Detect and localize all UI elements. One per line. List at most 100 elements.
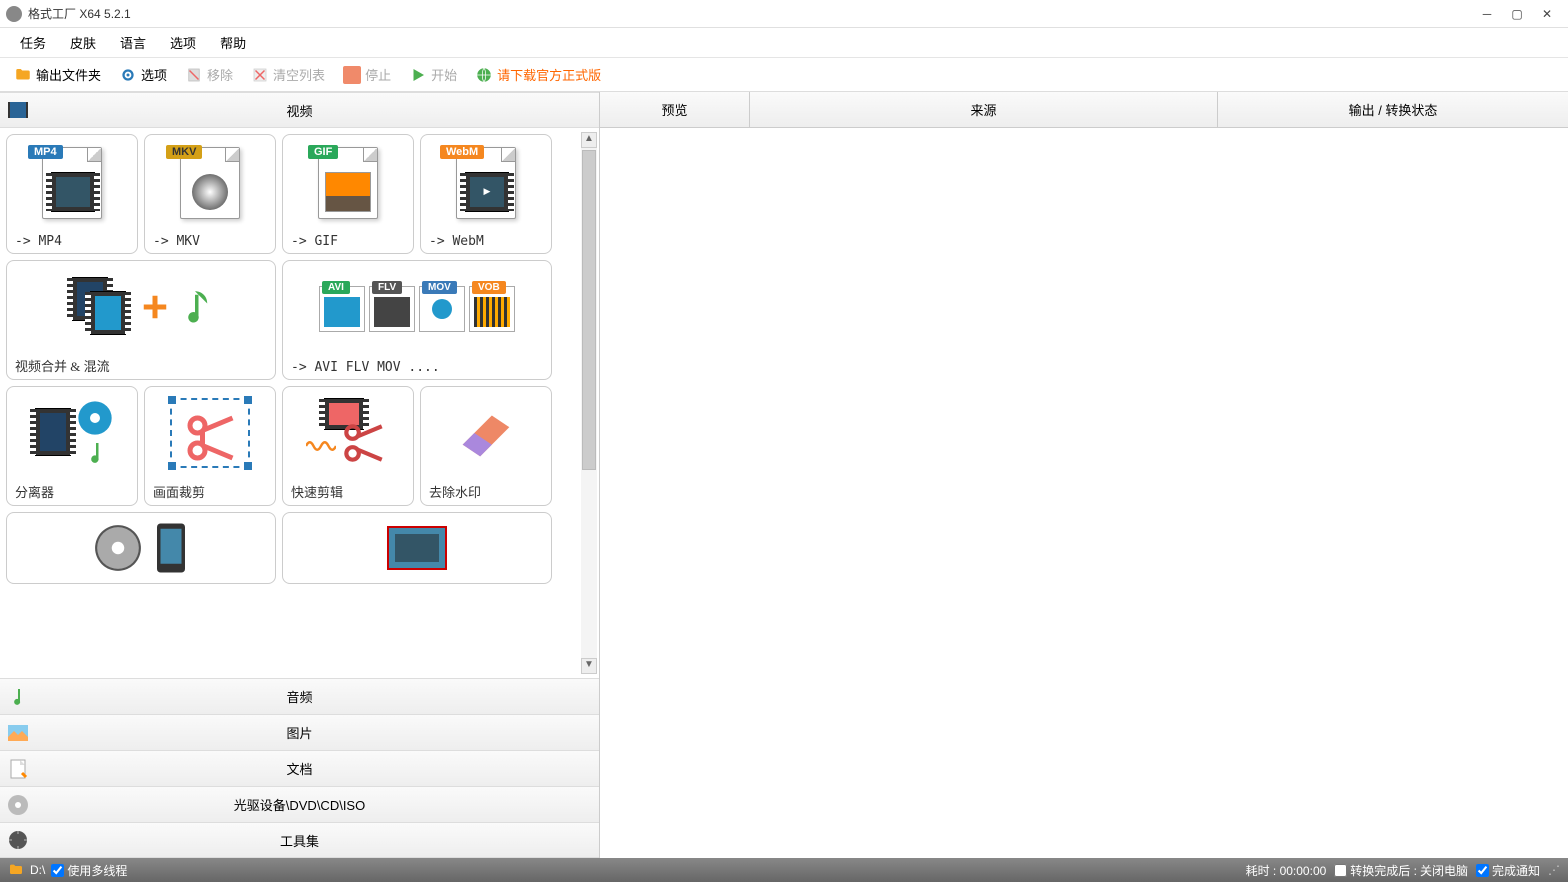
list-header: 预览 来源 输出 / 转换状态 bbox=[600, 92, 1568, 128]
maximize-button[interactable]: ▢ bbox=[1502, 4, 1532, 24]
category-document[interactable]: 文档 bbox=[0, 750, 599, 786]
picture-category-icon bbox=[6, 721, 30, 745]
category-audio[interactable]: 音频 bbox=[0, 678, 599, 714]
stop-button[interactable]: 停止 bbox=[335, 61, 399, 89]
menu-language[interactable]: 语言 bbox=[110, 29, 156, 56]
disc-split-icon bbox=[75, 398, 115, 438]
remove-button[interactable]: 移除 bbox=[177, 61, 241, 89]
list-body[interactable] bbox=[600, 128, 1568, 858]
category-document-label: 文档 bbox=[286, 759, 312, 778]
output-folder-label: 输出文件夹 bbox=[36, 65, 101, 84]
remove-icon bbox=[185, 66, 203, 84]
start-label: 开始 bbox=[431, 65, 457, 84]
scroll-up-arrow[interactable]: ▲ bbox=[581, 132, 597, 148]
tile-quick-label: 快速剪辑 bbox=[283, 478, 413, 505]
app-icon bbox=[6, 6, 22, 22]
category-video-label: 视频 bbox=[286, 101, 312, 120]
category-video-header[interactable]: 视频 bbox=[0, 92, 599, 128]
category-picture-label: 图片 bbox=[286, 723, 312, 742]
video-category-icon bbox=[6, 98, 30, 122]
toolbar: 输出文件夹 选项 移除 清空列表 停止 开始 请下载官方正式版 bbox=[0, 58, 1568, 92]
wave-icon bbox=[306, 436, 336, 456]
status-bar: D:\ 使用多线程 耗时 : 00:00:00 转换完成后 : 关闭电脑 完成通… bbox=[0, 858, 1568, 882]
tile-mp4[interactable]: MP4 -> MP4 bbox=[6, 134, 138, 254]
tile-webm-label: -> WebM bbox=[421, 230, 551, 253]
status-drive[interactable]: D:\ bbox=[30, 863, 45, 877]
document-category-icon bbox=[6, 757, 30, 781]
remove-label: 移除 bbox=[207, 65, 233, 84]
minimize-button[interactable]: ─ bbox=[1472, 4, 1502, 24]
mp4-badge: MP4 bbox=[28, 145, 63, 159]
stop-icon bbox=[343, 66, 361, 84]
main-area: 视频 MP4 -> MP4 bbox=[0, 92, 1568, 858]
tile-gif[interactable]: GIF -> GIF bbox=[282, 134, 414, 254]
tile-crop[interactable]: 画面裁剪 bbox=[144, 386, 276, 506]
after-done-option[interactable]: 转换完成后 : 关闭电脑 bbox=[1334, 862, 1468, 879]
scissors-icon bbox=[180, 408, 240, 468]
category-disc[interactable]: 光驱设备\DVD\CD\ISO bbox=[0, 786, 599, 822]
start-button[interactable]: 开始 bbox=[401, 61, 465, 89]
tools-category-icon bbox=[6, 828, 30, 852]
category-tools-label: 工具集 bbox=[280, 831, 319, 850]
category-tools[interactable]: 工具集 bbox=[0, 822, 599, 858]
window-title: 格式工厂 X64 5.2.1 bbox=[28, 5, 1472, 22]
menu-options[interactable]: 选项 bbox=[160, 29, 206, 56]
tile-more-formats[interactable]: AVI FLV MOV VOB -> AVI FLV MOV .... bbox=[282, 260, 552, 380]
scrollbar-thumb[interactable] bbox=[582, 150, 596, 470]
category-disc-label: 光驱设备\DVD\CD\ISO bbox=[234, 795, 365, 814]
col-source[interactable]: 来源 bbox=[750, 92, 1218, 127]
tile-watermark-label: 去除水印 bbox=[421, 478, 551, 505]
video-format-area: MP4 -> MP4 MKV -> MK bbox=[0, 128, 599, 678]
options-button[interactable]: 选项 bbox=[111, 61, 175, 89]
menu-skin[interactable]: 皮肤 bbox=[60, 29, 106, 56]
multithread-input[interactable] bbox=[51, 864, 64, 877]
globe-icon bbox=[475, 66, 493, 84]
tile-partial-1[interactable] bbox=[6, 512, 276, 584]
menu-help[interactable]: 帮助 bbox=[210, 29, 256, 56]
category-audio-label: 音频 bbox=[286, 687, 312, 706]
tile-quick-edit[interactable]: 快速剪辑 bbox=[282, 386, 414, 506]
clear-list-label: 清空列表 bbox=[273, 65, 325, 84]
folder-status-icon bbox=[8, 862, 24, 878]
task-list-panel: 预览 来源 输出 / 转换状态 bbox=[600, 92, 1568, 858]
tile-merge-label: 视频合并 & 混流 bbox=[7, 352, 275, 379]
shutdown-checkbox[interactable] bbox=[1334, 864, 1347, 877]
plus-icon bbox=[140, 292, 170, 322]
scroll-down-arrow[interactable]: ▼ bbox=[581, 658, 597, 674]
multithread-checkbox[interactable]: 使用多线程 bbox=[51, 862, 127, 879]
tile-remove-watermark[interactable]: 去除水印 bbox=[420, 386, 552, 506]
play-icon bbox=[409, 66, 427, 84]
options-label: 选项 bbox=[141, 65, 167, 84]
notify-option[interactable]: 完成通知 bbox=[1476, 862, 1540, 879]
title-bar: 格式工厂 X64 5.2.1 ─ ▢ ✕ bbox=[0, 0, 1568, 28]
tile-splitter-label: 分离器 bbox=[7, 478, 137, 505]
menu-task[interactable]: 任务 bbox=[10, 29, 56, 56]
tile-webm[interactable]: ▶ WebM -> WebM bbox=[420, 134, 552, 254]
tile-mkv-label: -> MKV bbox=[145, 230, 275, 253]
mkv-badge: MKV bbox=[166, 145, 202, 159]
clear-icon bbox=[251, 66, 269, 84]
col-output[interactable]: 输出 / 转换状态 bbox=[1218, 92, 1568, 127]
webm-badge: WebM bbox=[440, 145, 484, 159]
category-picture[interactable]: 图片 bbox=[0, 714, 599, 750]
gif-badge: GIF bbox=[308, 145, 338, 159]
scissors-cut-icon bbox=[338, 418, 388, 468]
col-preview[interactable]: 预览 bbox=[600, 92, 750, 127]
tile-splitter[interactable]: 分离器 bbox=[6, 386, 138, 506]
elapsed-time: 耗时 : 00:00:00 bbox=[1246, 862, 1327, 879]
clear-list-button[interactable]: 清空列表 bbox=[243, 61, 333, 89]
tile-partial-2[interactable] bbox=[282, 512, 552, 584]
output-folder-button[interactable]: 输出文件夹 bbox=[6, 61, 109, 89]
close-button[interactable]: ✕ bbox=[1532, 4, 1562, 24]
tile-mkv[interactable]: MKV -> MKV bbox=[144, 134, 276, 254]
resize-grip[interactable]: ⋰ bbox=[1548, 863, 1560, 877]
notify-checkbox[interactable] bbox=[1476, 864, 1489, 877]
category-panel: 视频 MP4 -> MP4 bbox=[0, 92, 600, 858]
disc-category-icon bbox=[6, 793, 30, 817]
audio-category-icon bbox=[6, 685, 30, 709]
folder-icon bbox=[14, 66, 32, 84]
vertical-scrollbar[interactable]: ▲ ▼ bbox=[581, 132, 597, 674]
tile-video-merge[interactable]: 视频合并 & 混流 bbox=[6, 260, 276, 380]
gear-icon bbox=[119, 66, 137, 84]
download-link[interactable]: 请下载官方正式版 bbox=[467, 61, 609, 89]
